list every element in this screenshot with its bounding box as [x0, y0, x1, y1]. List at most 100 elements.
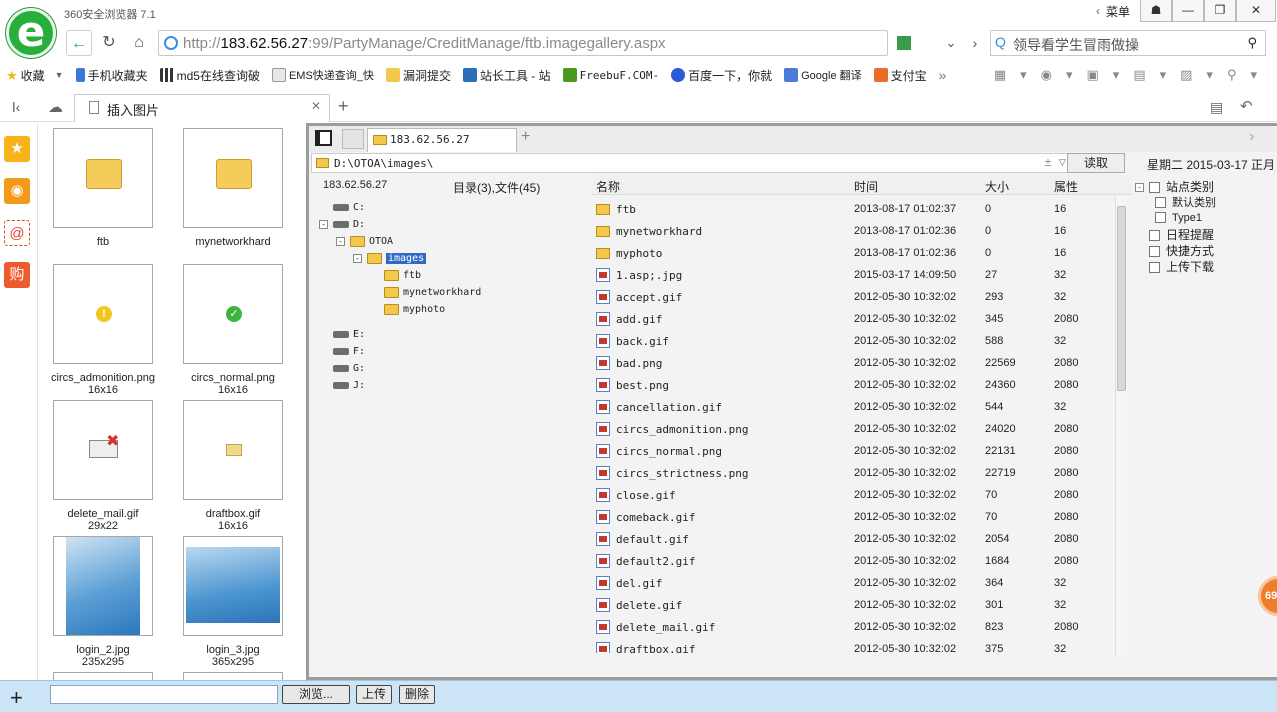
sidebar-toggle-icon[interactable]: ǀ‹ — [12, 99, 20, 115]
site-tree-item[interactable]: 快捷方式 — [1135, 242, 1214, 258]
forward-button[interactable]: › — [962, 30, 988, 56]
upload-file-input[interactable] — [50, 685, 278, 704]
site-tree-item[interactable]: 默认类别 — [1155, 194, 1216, 210]
expander-icon[interactable]: - — [1135, 183, 1144, 193]
panel-toggle-icon[interactable] — [315, 130, 332, 146]
cloud-icon[interactable]: ☁ — [48, 98, 63, 116]
tree-folder[interactable]: myphoto — [370, 302, 445, 317]
site-tree-item[interactable]: Type1 — [1155, 210, 1202, 226]
tree-drive[interactable]: G: — [319, 361, 365, 376]
search-input[interactable]: Q 领导看学生冒雨做操 ⚲ — [990, 30, 1266, 56]
read-button[interactable]: 读取 — [1067, 153, 1125, 173]
tree-drive[interactable]: - D: — [319, 217, 365, 232]
bookmark-item[interactable]: 漏洞提交 — [385, 67, 451, 84]
file-row[interactable]: circs_normal.png 2012-05-30 10:32:02 22131… — [592, 441, 1112, 463]
bookmark-item[interactable]: 百度一下，你就 — [671, 67, 772, 84]
file-row[interactable]: add.gif 2012-05-30 10:32:02 345 2080 — [592, 309, 1112, 331]
delete-button[interactable]: 删除 — [399, 685, 435, 704]
file-row[interactable]: comeback.gif 2012-05-30 10:32:02 70 2080 — [592, 507, 1112, 529]
qrcode-icon[interactable] — [897, 36, 911, 50]
tree-drive[interactable]: C: — [319, 200, 365, 215]
expander-icon[interactable]: - — [319, 219, 328, 229]
file-row[interactable]: del.gif 2012-05-30 10:32:02 364 32 — [592, 573, 1112, 595]
tab-insert-image[interactable]: 插入图片 ✕ — [74, 94, 330, 122]
browse-button[interactable]: 浏览... — [282, 685, 350, 704]
thumbnail-item[interactable]: login_2.jpg 235x295 — [38, 536, 168, 668]
close-button[interactable]: ✕ — [1236, 0, 1277, 22]
tree-drive[interactable]: F: — [319, 344, 365, 359]
fm-tab[interactable]: 183.62.56.27 — [367, 128, 517, 152]
file-row[interactable]: circs_admonition.png 2012-05-30 10:32:02 2… — [592, 419, 1112, 441]
add-button[interactable]: + — [10, 685, 23, 711]
file-row[interactable]: delete.gif 2012-05-30 10:32:02 301 32 — [592, 595, 1112, 617]
blank-tab-icon[interactable] — [342, 129, 364, 149]
search-icon[interactable]: ⚲ — [1247, 35, 1257, 51]
path-input[interactable]: D:\OTOA\images\ ± ▽ — [311, 153, 1071, 173]
bookmark-item[interactable]: FreebuF.COM- — [562, 68, 659, 82]
skin-button[interactable]: ☗ — [1140, 0, 1173, 22]
thumbnail-item[interactable]: ✖ delete_mail.gif 29x22 — [38, 400, 168, 532]
menu-chevron-icon[interactable]: ‹ — [1096, 4, 1100, 18]
bookmark-item[interactable]: 手机收藏夹 — [75, 67, 148, 84]
tree-drive[interactable]: J: — [319, 378, 365, 393]
thumbnail-item[interactable]: ✓ circs_normal.png 16x16 — [168, 264, 298, 396]
column-size[interactable]: 大小 — [985, 178, 1009, 195]
file-row[interactable]: close.gif 2012-05-30 10:32:02 70 2080 — [592, 485, 1112, 507]
file-row[interactable]: default2.gif 2012-05-30 10:32:02 1684 2080 — [592, 551, 1112, 573]
home-button[interactable]: ⌂ — [126, 30, 152, 56]
tab-close-icon[interactable]: ✕ — [311, 99, 321, 113]
column-time[interactable]: 时间 — [854, 178, 878, 195]
mail-icon[interactable]: @ — [4, 220, 30, 246]
file-list-scrollbar[interactable] — [1115, 196, 1127, 656]
refresh-button[interactable]: ↻ — [96, 30, 122, 56]
bookmark-item[interactable]: Google 翻译 — [784, 67, 862, 83]
tree-folder[interactable]: ftb — [370, 268, 421, 283]
file-row[interactable]: back.gif 2012-05-30 10:32:02 588 32 — [592, 331, 1112, 353]
tree-drive[interactable]: E: — [319, 327, 365, 342]
file-row[interactable]: circs_strictness.png 2012-05-30 10:32:02 2… — [592, 463, 1112, 485]
restore-tab-icon[interactable]: ▤ — [1210, 99, 1223, 116]
site-tree-item[interactable]: 上传下载 — [1135, 258, 1214, 274]
thumbnail-item[interactable]: draftbox.gif 16x16 — [168, 400, 298, 532]
fm-new-tab-button[interactable]: + — [521, 128, 530, 146]
site-tree-item[interactable]: - 站点类别 — [1135, 178, 1214, 194]
file-row[interactable]: cancellation.gif 2012-05-30 10:32:02 544 32 — [592, 397, 1112, 419]
column-attr[interactable]: 属性 — [1054, 178, 1078, 195]
fm-next-icon[interactable]: › — [1249, 128, 1254, 146]
scrollbar-thumb[interactable] — [1117, 206, 1126, 391]
bookmark-item[interactable]: md5在线查询破 — [159, 67, 260, 84]
file-row[interactable]: myphoto 2013-08-17 01:02:36 0 16 — [592, 243, 1112, 265]
undo-close-icon[interactable]: ↶ — [1240, 97, 1253, 115]
tree-folder[interactable]: - OTOA — [336, 234, 393, 249]
expander-icon[interactable]: - — [336, 236, 345, 246]
favorites-star-icon[interactable]: ★ — [4, 136, 30, 162]
path-stepper-icon[interactable]: ± ▽ — [1044, 155, 1066, 169]
bookmark-favorites[interactable]: ★ 收藏 ▼ — [6, 67, 64, 84]
new-tab-button[interactable]: + — [338, 96, 349, 117]
file-row[interactable]: accept.gif 2012-05-30 10:32:02 293 32 — [592, 287, 1112, 309]
menu-button[interactable]: 菜单 — [1106, 3, 1130, 20]
file-row[interactable]: delete_mail.gif 2012-05-30 10:32:02 823 208… — [592, 617, 1112, 639]
file-row[interactable]: best.png 2012-05-30 10:32:02 24360 2080 — [592, 375, 1112, 397]
thumbnail-item[interactable]: login_3.jpg 365x295 — [168, 536, 298, 668]
tree-folder[interactable]: - images — [353, 251, 427, 266]
file-row[interactable]: draftbox.gif 2012-05-30 10:32:02 375 32 — [592, 639, 1112, 653]
file-row[interactable]: bad.png 2012-05-30 10:32:02 22569 2080 — [592, 353, 1112, 375]
maximize-button[interactable]: ❐ — [1204, 0, 1237, 22]
shopping-icon[interactable]: 购 — [4, 262, 30, 288]
bookmark-item[interactable]: 站长工具 - 站 — [462, 67, 551, 84]
minimize-button[interactable]: — — [1172, 0, 1205, 22]
column-name[interactable]: 名称 — [596, 178, 620, 195]
bookmark-item[interactable]: EMS快递查询_快 — [271, 67, 374, 83]
bookmark-item[interactable]: 支付宝 — [873, 67, 927, 84]
thumbnail-item[interactable]: ftb — [38, 128, 168, 248]
dropdown-icon[interactable]: ⌄ — [938, 30, 964, 56]
file-row[interactable]: default.gif 2012-05-30 10:32:02 2054 2080 — [592, 529, 1112, 551]
url-input[interactable]: http://183.62.56.27:99/PartyManage/Credi… — [158, 30, 911, 56]
site-tree-item[interactable]: 日程提醒 — [1135, 226, 1214, 242]
file-row[interactable]: mynetworkhard 2013-08-17 01:02:36 0 16 — [592, 221, 1112, 243]
more-bookmarks-icon[interactable]: » — [939, 67, 947, 83]
upload-button[interactable]: 上传 — [356, 685, 392, 704]
tree-folder[interactable]: mynetworkhard — [370, 285, 481, 300]
back-button[interactable]: ← — [66, 30, 92, 56]
